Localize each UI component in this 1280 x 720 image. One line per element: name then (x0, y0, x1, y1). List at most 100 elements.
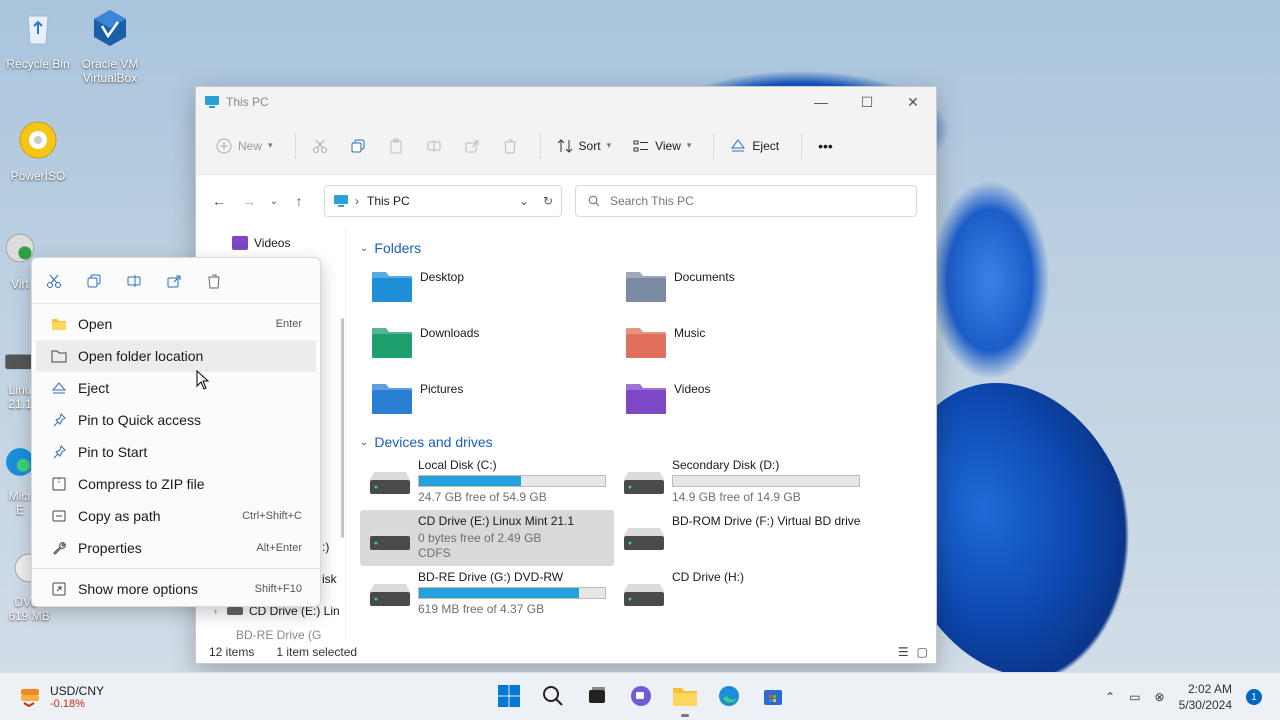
share-button[interactable] (456, 130, 488, 162)
drive-item[interactable]: BD-RE Drive (G:) DVD-RW 619 MB free of 4.… (360, 566, 614, 622)
copy-button[interactable] (342, 130, 374, 162)
menu-item-properties[interactable]: Properties Alt+Enter (36, 532, 316, 564)
menu-item-pin-to-quick-access[interactable]: Pin to Quick access (36, 404, 316, 436)
arrow-up-icon: ↑ (295, 193, 303, 209)
notification-badge[interactable]: 1 (1246, 689, 1262, 705)
rename-button[interactable] (418, 130, 450, 162)
details-view-icon[interactable]: ☰ (898, 645, 909, 659)
desktop-icon-virtualbox[interactable]: Oracle VM VirtualBox (72, 6, 148, 85)
back-button[interactable]: ← (204, 186, 234, 216)
address-bar[interactable]: › This PC ⌄ ↻ (324, 185, 562, 217)
eject-button[interactable]: Eject (722, 130, 787, 162)
search-button[interactable] (538, 681, 568, 711)
address-dropdown-icon[interactable]: ⌄ (519, 194, 529, 208)
up-button[interactable]: ↑ (284, 186, 314, 216)
nav-item-partial[interactable]: :) (322, 540, 329, 554)
folder-item[interactable]: Documents (614, 260, 868, 316)
rename-icon[interactable] (124, 271, 144, 291)
task-view-button[interactable] (582, 681, 612, 711)
chevron-down-icon: ▾ (686, 140, 692, 150)
store-button[interactable] (758, 681, 788, 711)
paste-button[interactable] (380, 130, 412, 162)
drive-item[interactable]: CD Drive (H:) (614, 566, 868, 622)
chat-button[interactable] (626, 681, 656, 711)
chevron-down-icon: ⌄ (269, 195, 279, 207)
drive-icon (370, 472, 410, 494)
folder-item[interactable]: Downloads (360, 316, 614, 372)
desktop-icon-poweriso[interactable]: PowerISO (0, 118, 76, 183)
minimize-button[interactable]: — (798, 87, 844, 117)
new-button[interactable]: New ▾ (208, 130, 281, 162)
drive-icon (624, 472, 664, 494)
drive-item[interactable]: CD Drive (E:) Linux Mint 21.1 0 bytes fre… (360, 510, 614, 566)
clipboard-icon (390, 138, 402, 153)
section-devices[interactable]: ⌄ Devices and drives (360, 430, 922, 454)
cut-button[interactable] (304, 130, 336, 162)
trash-icon[interactable] (204, 271, 224, 291)
folder-item[interactable]: Videos (614, 372, 868, 428)
store-icon (764, 690, 782, 705)
videos-folder-icon (232, 236, 248, 250)
clock[interactable]: 2:02 AM 5/30/2024 (1179, 681, 1232, 713)
drive-item[interactable]: Local Disk (C:) 24.7 GB free of 54.9 GB (360, 454, 614, 510)
taskbar-apps (494, 681, 788, 717)
nav-item-videos[interactable]: Videos (232, 236, 290, 250)
folder-item[interactable]: Desktop (360, 260, 614, 316)
forward-button[interactable]: → (234, 186, 264, 216)
status-selection: 1 item selected (276, 645, 358, 659)
drive-icon (624, 584, 664, 606)
separator (801, 132, 803, 159)
share-icon[interactable] (164, 271, 184, 291)
volume-icon[interactable]: ⊗ (1155, 690, 1165, 704)
more-options-button[interactable]: ••• (810, 130, 841, 162)
menu-item-eject[interactable]: Eject (36, 372, 316, 404)
show-hidden-icons-button[interactable]: ⌃ (1105, 690, 1115, 704)
eject-icon (50, 379, 68, 397)
folder-item[interactable]: Pictures (360, 372, 614, 428)
drive-item[interactable]: BD-ROM Drive (F:) Virtual BD drive (614, 510, 868, 566)
cut-icon[interactable] (44, 271, 64, 291)
menu-item-compress-to-zip-file[interactable]: Compress to ZIP file (36, 468, 316, 500)
network-icon[interactable]: ▭ (1129, 690, 1140, 704)
chevron-right-icon: › (355, 194, 359, 208)
view-button[interactable]: View ▾ (625, 130, 699, 162)
nav-scrollbar[interactable] (341, 318, 344, 538)
drive-usage-bar (418, 475, 606, 487)
this-pc-icon (334, 195, 348, 207)
sort-button[interactable]: Sort ▾ (549, 130, 620, 162)
folder-item[interactable]: Music (614, 316, 868, 372)
maximize-button[interactable]: ☐ (844, 87, 890, 117)
this-pc-icon (205, 96, 219, 108)
menu-item-pin-to-start[interactable]: Pin to Start (36, 436, 316, 468)
edge-button[interactable] (714, 681, 744, 711)
delete-button[interactable] (494, 130, 526, 162)
currency-icon (21, 688, 39, 707)
section-folders[interactable]: ⌄ Folders (360, 236, 922, 260)
desktop-icon-recycle-bin[interactable]: Recycle Bin (0, 6, 76, 71)
close-button[interactable]: ✕ (890, 87, 936, 117)
refresh-icon[interactable]: ↻ (543, 194, 553, 208)
wallpaper-bloom (930, 180, 1050, 380)
chat-icon (631, 686, 651, 706)
share-icon (465, 140, 479, 152)
title-bar[interactable]: This PC — ☐ ✕ (196, 87, 936, 117)
folder-icon (372, 328, 412, 358)
trash-icon (503, 139, 516, 153)
menu-item-open-folder-location[interactable]: Open folder location (36, 340, 316, 372)
menu-item-open[interactable]: Open Enter (36, 308, 316, 340)
stock-widget[interactable]: USD/CNY -0.18% (0, 684, 104, 710)
copy-icon[interactable] (84, 271, 104, 291)
nav-item-bd-re[interactable]: BD-RE Drive (G (236, 628, 321, 642)
tiles-view-icon[interactable]: ▢ (917, 645, 928, 659)
menu-item-copy-as-path[interactable]: Copy as path Ctrl+Shift+C (36, 500, 316, 532)
file-explorer-button[interactable] (670, 681, 700, 717)
separator (713, 132, 715, 159)
drive-item[interactable]: Secondary Disk (D:) 14.9 GB free of 14.9 … (614, 454, 868, 510)
recent-locations-button[interactable]: ⌄ (264, 186, 284, 216)
drive-usage-bar (418, 587, 606, 599)
menu-item-show-more-options[interactable]: Show more options Shift+F10 (36, 573, 316, 605)
nav-item-partial[interactable]: isk (322, 572, 337, 586)
wrench-icon (50, 539, 68, 557)
start-button[interactable] (494, 681, 524, 711)
search-box[interactable]: Search This PC (575, 185, 917, 217)
